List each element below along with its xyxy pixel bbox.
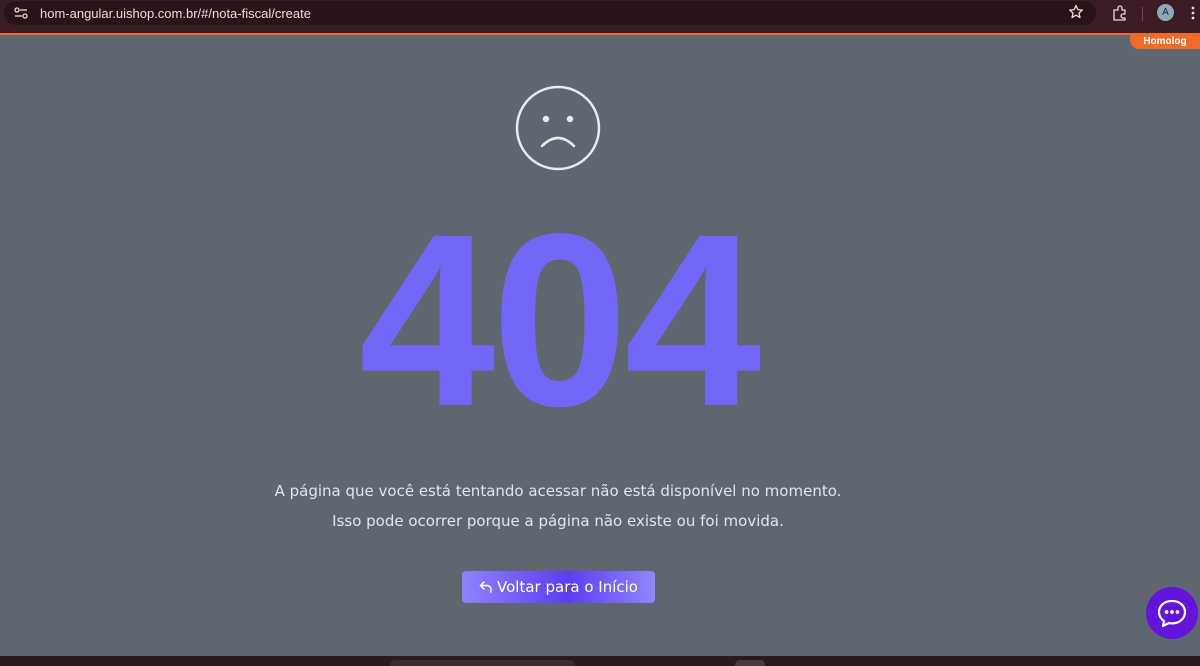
environment-accent-line bbox=[0, 33, 1200, 35]
environment-badge: Homolog bbox=[1130, 34, 1200, 49]
taskbar-app[interactable] bbox=[735, 660, 765, 666]
profile-avatar[interactable]: A bbox=[1157, 4, 1174, 21]
toolbar-divider bbox=[1142, 7, 1143, 21]
url-text[interactable]: hom-angular.uishop.com.br/#/nota-fiscal/… bbox=[40, 6, 311, 21]
error-message-line-1: A página que você está tentando acessar … bbox=[274, 482, 842, 500]
chat-bubble-icon bbox=[1157, 599, 1187, 628]
sad-face-icon bbox=[515, 85, 601, 171]
back-to-home-label: Voltar para o Início bbox=[497, 578, 638, 596]
chat-widget-button[interactable] bbox=[1146, 587, 1198, 639]
taskbar-search[interactable] bbox=[390, 660, 575, 666]
error-code: 404 bbox=[358, 183, 761, 458]
browser-toolbar: hom-angular.uishop.com.br/#/nota-fiscal/… bbox=[0, 0, 1200, 33]
undo-arrow-icon bbox=[479, 581, 492, 593]
back-to-home-button[interactable]: Voltar para o Início bbox=[462, 571, 655, 603]
site-settings-icon[interactable] bbox=[14, 7, 28, 19]
error-message-line-2: Isso pode ocorrer porque a página não ex… bbox=[332, 512, 784, 530]
bookmark-star-icon[interactable] bbox=[1068, 4, 1084, 20]
kebab-menu-icon[interactable] bbox=[1190, 5, 1196, 21]
address-bar[interactable]: hom-angular.uishop.com.br/#/nota-fiscal/… bbox=[4, 1, 1096, 25]
os-taskbar bbox=[0, 656, 1200, 666]
extensions-icon[interactable] bbox=[1111, 4, 1129, 22]
